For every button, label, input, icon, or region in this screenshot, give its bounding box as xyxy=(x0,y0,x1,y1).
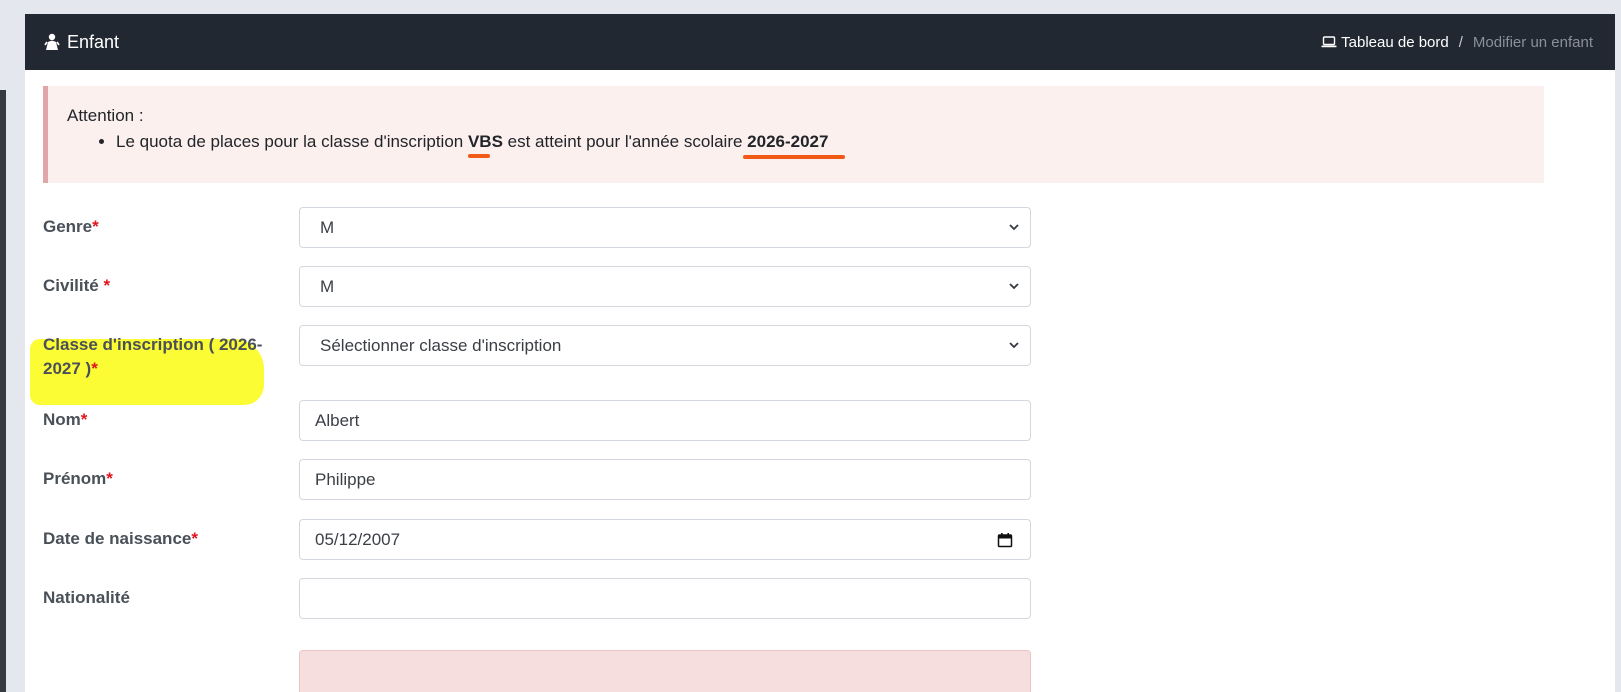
naissance-label: Date de naissance* xyxy=(43,529,198,548)
nationalite-label: Nationalité xyxy=(43,588,130,607)
enfant-card: Enfant Tableau de bord / Modifier un enf… xyxy=(25,14,1615,692)
chevron-down-icon xyxy=(1009,224,1019,231)
nationalite-input[interactable] xyxy=(299,578,1031,619)
card-header: Enfant Tableau de bord / Modifier un enf… xyxy=(25,14,1615,70)
breadcrumb-current: Modifier un enfant xyxy=(1472,33,1593,51)
quota-alert: Attention : Le quota de places pour la c… xyxy=(43,86,1544,183)
alert-list: Le quota de places pour la classe d'insc… xyxy=(67,130,1544,159)
alert-title: Attention : xyxy=(67,106,144,125)
date-naissance-input[interactable]: 05/12/2007 xyxy=(299,519,1031,560)
genre-label: Genre* xyxy=(43,217,99,236)
breadcrumb-home[interactable]: Tableau de bord xyxy=(1321,34,1449,51)
prenom-label: Prénom* xyxy=(43,469,113,488)
breadcrumb-separator: / xyxy=(1458,33,1463,51)
genre-select[interactable]: M xyxy=(299,207,1031,248)
breadcrumb: Tableau de bord / Modifier un enfant xyxy=(1321,34,1593,51)
child-icon xyxy=(43,33,61,51)
annotation-underline-year xyxy=(743,155,846,159)
chevron-down-icon xyxy=(1009,283,1019,290)
left-sidebar-edge xyxy=(0,90,6,692)
classe-select[interactable]: Sélectionner classe d'inscription xyxy=(299,325,1031,366)
laptop-icon xyxy=(1321,35,1337,49)
calendar-icon[interactable] xyxy=(997,532,1013,548)
alert-item: Le quota de places pour la classe d'insc… xyxy=(116,130,1544,159)
chevron-down-icon xyxy=(1009,342,1019,349)
breadcrumb-home-label[interactable]: Tableau de bord xyxy=(1341,34,1449,51)
prenom-input[interactable]: Philippe xyxy=(299,459,1031,500)
civilite-select[interactable]: M xyxy=(299,266,1031,307)
error-box xyxy=(299,650,1031,692)
alert-class-code: VBS xyxy=(467,132,503,158)
page-title: Enfant xyxy=(43,32,119,53)
nom-input[interactable]: Albert xyxy=(299,400,1031,441)
alert-text-before: Le quota de places pour la classe d'insc… xyxy=(116,132,468,151)
alert-year: 2026-2027 xyxy=(743,132,846,159)
nom-label: Nom* xyxy=(43,410,88,429)
page-title-text: Enfant xyxy=(67,31,120,52)
annotation-underline-class xyxy=(467,154,490,158)
alert-text-middle: est atteint pour l'année scolaire xyxy=(502,132,748,151)
civilite-label: Civilité * xyxy=(43,276,111,295)
classe-label: Classe d'inscription ( 2026-2027 )* xyxy=(43,335,263,378)
